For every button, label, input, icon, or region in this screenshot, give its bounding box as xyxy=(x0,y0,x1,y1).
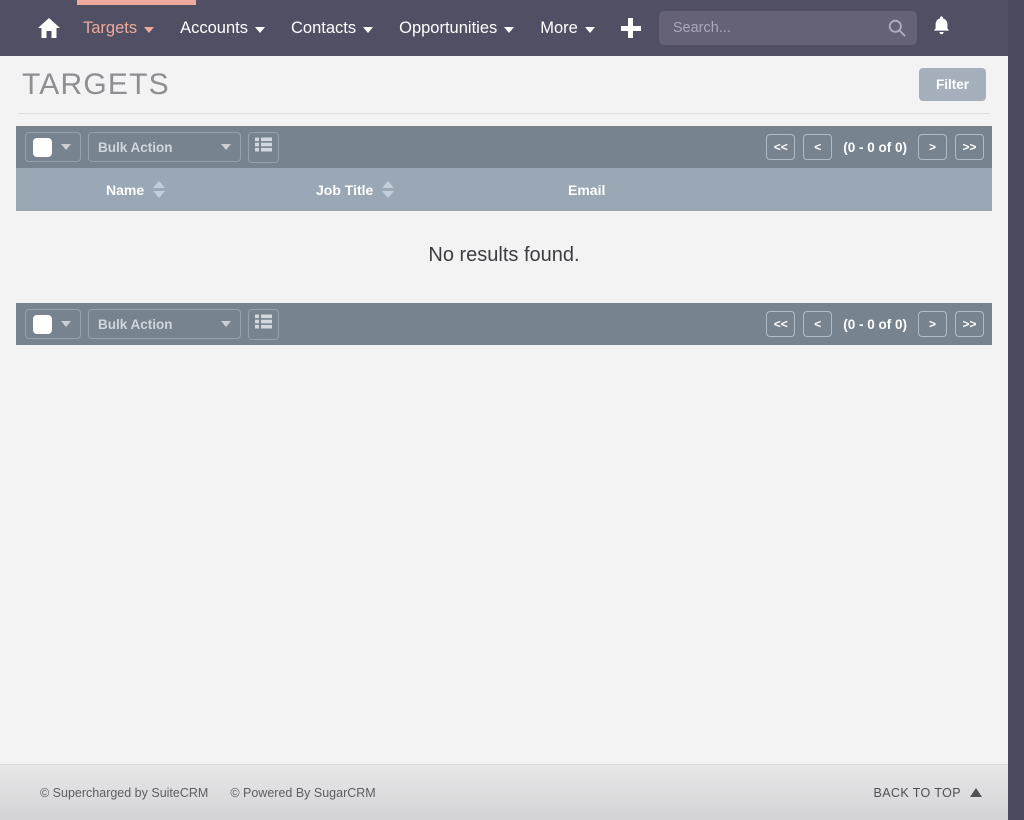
listview-toolbar-top: Bulk Action << < (0 - 0 of 0) > >> xyxy=(16,126,992,168)
notifications-button[interactable] xyxy=(919,0,965,56)
pagination-prev-button[interactable]: < xyxy=(803,134,833,160)
page-root: Targets Accounts Contacts Opportunities … xyxy=(0,0,1024,820)
footer-suitecrm-credit: © Supercharged by SuiteCRM xyxy=(40,785,209,800)
bulk-action-label: Bulk Action xyxy=(98,316,173,332)
pagination-count: (0 - 0 of 0) xyxy=(843,139,907,155)
quick-create-button[interactable] xyxy=(612,0,650,56)
listview: Bulk Action << < (0 - 0 of 0) > >> Name … xyxy=(16,126,992,345)
sort-ascending-icon xyxy=(382,181,395,188)
page-header: TARGETS Filter xyxy=(0,56,1008,113)
back-to-top-label: BACK TO TOP xyxy=(873,785,961,800)
bulk-action-label: Bulk Action xyxy=(98,139,173,155)
select-all-dropdown[interactable] xyxy=(25,132,81,162)
page-title: TARGETS xyxy=(22,67,170,101)
column-label: Email xyxy=(568,181,606,198)
back-to-top-button[interactable]: BACK TO TOP xyxy=(873,786,982,800)
nav-item-contacts[interactable]: Contacts xyxy=(278,0,386,56)
footer-sugarcrm-credit: © Powered By SugarCRM xyxy=(230,785,376,800)
nav-item-more[interactable]: More xyxy=(527,0,608,56)
title-divider xyxy=(18,113,990,114)
checkbox-icon[interactable] xyxy=(33,314,52,334)
search-container xyxy=(658,11,917,45)
pagination-next-button[interactable]: > xyxy=(918,311,947,337)
search-input[interactable] xyxy=(658,11,917,45)
nav-item-label: Accounts xyxy=(180,18,248,37)
home-icon xyxy=(37,17,61,39)
pagination-next-button[interactable]: > xyxy=(918,134,947,160)
checkbox-icon[interactable] xyxy=(33,137,52,157)
empty-state-message: No results found. xyxy=(16,211,992,303)
pagination-top: << < (0 - 0 of 0) > >> xyxy=(766,134,984,160)
nav-item-opportunities[interactable]: Opportunities xyxy=(386,0,527,56)
chevron-down-icon xyxy=(221,144,231,150)
column-header-email[interactable]: Email xyxy=(546,182,992,198)
nav-item-label: Targets xyxy=(83,18,138,37)
footer-credits: © Supercharged by SuiteCRM © Powered By … xyxy=(40,786,376,800)
plus-icon xyxy=(620,18,641,38)
nav-item-label: Contacts xyxy=(290,18,357,37)
sort-toggle-job-title[interactable] xyxy=(382,181,395,198)
pagination-bottom: << < (0 - 0 of 0) > >> xyxy=(766,311,984,337)
sort-descending-icon xyxy=(153,191,166,198)
top-navbar: Targets Accounts Contacts Opportunities … xyxy=(0,0,1008,56)
list-icon xyxy=(255,314,272,334)
nav-item-label: Opportunities xyxy=(399,18,498,37)
list-icon xyxy=(255,137,272,157)
column-header-job-title[interactable]: Job Title xyxy=(316,181,546,198)
nav-item-targets[interactable]: Targets xyxy=(70,0,167,56)
filter-button[interactable]: Filter xyxy=(918,68,986,101)
bulk-action-dropdown[interactable]: Bulk Action xyxy=(88,309,241,339)
column-chooser-button[interactable] xyxy=(248,131,279,163)
column-chooser-button[interactable] xyxy=(248,308,279,340)
select-all-dropdown[interactable] xyxy=(25,309,81,339)
chevron-down-icon xyxy=(363,26,374,33)
toolbar-left-group: Bulk Action xyxy=(25,308,279,340)
sort-descending-icon xyxy=(382,191,395,198)
bulk-action-dropdown[interactable]: Bulk Action xyxy=(88,132,241,162)
pagination-first-button[interactable]: << xyxy=(766,134,796,160)
column-label: Name xyxy=(106,181,145,198)
bell-icon xyxy=(932,15,951,41)
nav-item-label: More xyxy=(540,18,578,37)
chevron-down-icon xyxy=(221,321,231,327)
chevron-down-icon xyxy=(61,144,71,150)
pagination-prev-button[interactable]: < xyxy=(803,311,833,337)
arrow-up-icon xyxy=(970,788,982,797)
chevron-down-icon xyxy=(584,26,595,33)
listview-toolbar-bottom: Bulk Action << < (0 - 0 of 0) > >> xyxy=(16,303,992,345)
sort-ascending-icon xyxy=(153,181,166,188)
chevron-down-icon xyxy=(144,26,155,33)
pagination-last-button[interactable]: >> xyxy=(955,311,984,337)
pagination-last-button[interactable]: >> xyxy=(955,134,984,160)
toolbar-left-group: Bulk Action xyxy=(25,131,279,163)
pagination-count: (0 - 0 of 0) xyxy=(843,316,907,332)
chevron-down-icon xyxy=(504,26,515,33)
home-button[interactable] xyxy=(28,0,70,56)
listview-header-row: Name Job Title Email xyxy=(16,168,992,211)
column-header-name[interactable]: Name xyxy=(16,181,316,198)
active-tab-indicator xyxy=(77,0,196,5)
sort-toggle-name[interactable] xyxy=(153,181,166,198)
page-footer: © Supercharged by SuiteCRM © Powered By … xyxy=(0,764,1008,820)
chevron-down-icon xyxy=(254,26,265,33)
nav-item-accounts[interactable]: Accounts xyxy=(167,0,278,56)
chevron-down-icon xyxy=(61,321,71,327)
app-frame: Targets Accounts Contacts Opportunities … xyxy=(0,0,1008,820)
column-label: Job Title xyxy=(316,181,374,198)
pagination-first-button[interactable]: << xyxy=(766,311,796,337)
